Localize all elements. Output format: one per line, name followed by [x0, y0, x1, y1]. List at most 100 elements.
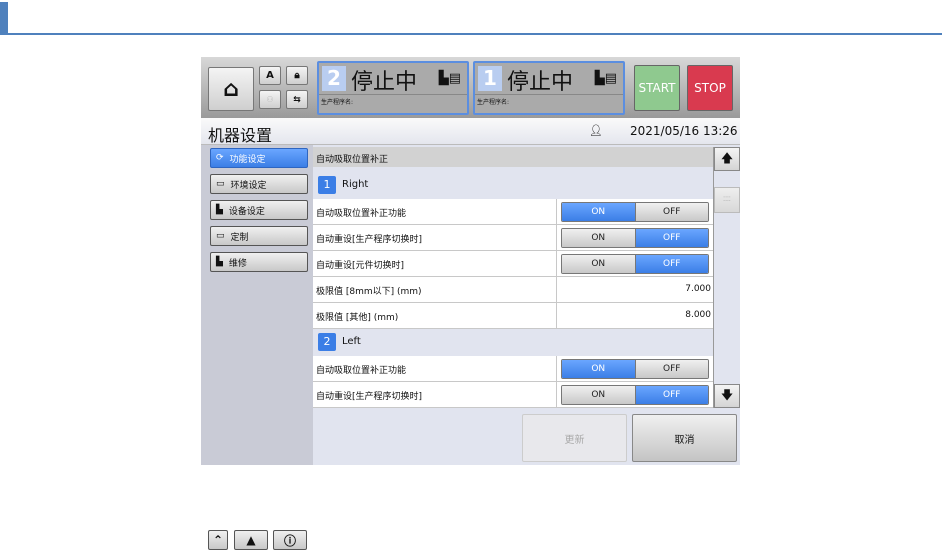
header-line — [0, 33, 942, 35]
on-option[interactable]: ON — [562, 229, 635, 247]
monitor-icon: ▭ — [216, 179, 225, 189]
title-bar: 机器设置 👤︎ 2021/05/16 13:26 — [201, 118, 740, 145]
page-title: 机器设置 — [208, 126, 273, 145]
stop-button[interactable]: STOP — [687, 65, 733, 111]
update-button[interactable]: 更新 — [522, 414, 627, 462]
start-button[interactable]: START — [634, 65, 680, 111]
row-value: 8.000 — [685, 310, 711, 320]
on-off-toggle[interactable]: ON OFF — [561, 228, 709, 248]
sidebar: ⟳ 功能设定 ▭ 环境设定 ▙ 设备设定 ▭ 定制 ▙ 维修 ⌃ ▲ ⓘ — [201, 145, 313, 550]
row-label: 极限值 [8mm以下] (mm) — [316, 287, 422, 297]
on-off-toggle[interactable]: ON OFF — [561, 202, 709, 222]
table-row: 自动重设[生产程序切换时] ON OFF — [313, 382, 713, 408]
off-option[interactable]: OFF — [634, 203, 708, 221]
home-button[interactable]: ⌂ — [208, 67, 254, 111]
sidebar-item-maintenance[interactable]: ▙ 维修 — [210, 252, 308, 272]
machine-panel: ⌂ A 🔒︎ ⚇ ⇆ 2 停止中 ▙▤ 生产程序名: 1 停止中 ▙▤ 生产程序… — [201, 57, 740, 550]
section-number: 1 — [318, 176, 336, 194]
transfer-button[interactable]: ⇆ — [286, 90, 308, 109]
scroll-thumb[interactable]: ⁚⁚⁚⁚ — [714, 187, 740, 213]
table-row: 极限值 [其他] (mm) 8.000 — [313, 303, 713, 329]
chevron-double-up-icon: ⌃ — [212, 533, 224, 547]
value-field[interactable]: 8.000 — [556, 303, 713, 329]
on-off-toggle[interactable]: ON OFF — [561, 385, 709, 405]
datetime: 2021/05/16 13:26 — [630, 124, 738, 138]
on-option[interactable]: ON — [562, 203, 635, 221]
program-label: 生产程序名: — [319, 94, 467, 108]
table-row: 自动吸取位置补正功能 ON OFF — [313, 356, 713, 382]
on-off-toggle[interactable]: ON OFF — [561, 359, 709, 379]
transfer-icon: ⇆ — [293, 94, 301, 105]
sidebar-item-device[interactable]: ▙ 设备设定 — [210, 200, 308, 220]
station-number: 1 — [478, 66, 502, 91]
home-icon: ⌂ — [223, 76, 239, 102]
arrow-up-icon: 🡅 — [720, 150, 734, 165]
on-option[interactable]: ON — [562, 360, 635, 378]
table-row: 自动重设[元件切换时] ON OFF — [313, 251, 713, 277]
user-icon: 👤︎ — [589, 124, 603, 137]
auto-mode-button[interactable]: A — [259, 66, 281, 85]
header-accent — [0, 2, 8, 35]
section-number: 2 — [318, 333, 336, 351]
cancel-button[interactable]: 取消 — [632, 414, 737, 462]
scroll-down-button[interactable]: 🡇 — [714, 384, 740, 408]
sidebar-item-label: 环境设定 — [230, 180, 267, 191]
on-option[interactable]: ON — [562, 386, 635, 404]
program-label: 生产程序名: — [475, 94, 623, 108]
row-label: 自动重设[生产程序切换时] — [316, 235, 423, 245]
row-label: 自动吸取位置补正功能 — [316, 366, 407, 376]
warning-icon: ▲ — [246, 533, 256, 547]
warning-button[interactable]: ▲ — [234, 530, 268, 550]
sidebar-item-label: 设备设定 — [228, 206, 265, 217]
sidebar-item-custom[interactable]: ▭ 定制 — [210, 226, 308, 246]
section-name: Right — [342, 179, 369, 190]
row-label: 极限值 [其他] (mm) — [316, 313, 399, 323]
group-header: 自动吸取位置补正 — [313, 147, 713, 167]
lock-button[interactable]: 🔒︎ — [286, 66, 308, 85]
off-option[interactable]: OFF — [634, 360, 708, 378]
device-icon: ▙ — [216, 205, 223, 215]
sidebar-item-environment[interactable]: ▭ 环境设定 — [210, 174, 308, 194]
custom-icon: ▭ — [216, 231, 225, 241]
station-1-status[interactable]: 1 停止中 ▙▤ 生产程序名: — [473, 61, 625, 115]
info-icon: ⓘ — [283, 533, 296, 548]
table-row: 自动重设[生产程序切换时] ON OFF — [313, 225, 713, 251]
operator-button[interactable]: ⚇ — [259, 90, 281, 109]
sidebar-item-label: 功能设定 — [229, 154, 266, 165]
off-option[interactable]: OFF — [634, 386, 708, 404]
on-off-toggle[interactable]: ON OFF — [561, 254, 709, 274]
on-option[interactable]: ON — [562, 255, 635, 273]
section-name: Left — [342, 336, 361, 347]
scroll-up-button[interactable]: 🡅 — [714, 147, 740, 171]
scrollbar[interactable]: 🡅 ⁚⁚⁚⁚ 🡇 — [713, 147, 740, 408]
table-row: 自动吸取位置补正功能 ON OFF — [313, 199, 713, 225]
off-option[interactable]: OFF — [634, 229, 708, 247]
maintenance-icon: ▙ — [216, 257, 223, 267]
function-icon: ⟳ — [216, 153, 224, 163]
section-header: 1 Right — [313, 172, 713, 198]
operators-icon: ⚇ — [266, 95, 274, 104]
arrow-down-icon: 🡇 — [720, 387, 734, 402]
row-value: 7.000 — [685, 284, 711, 294]
station-status: 停止中 — [507, 70, 574, 95]
info-button[interactable]: ⓘ — [273, 530, 307, 550]
section-header: 2 Left — [313, 329, 713, 355]
program-icon: ▙▤ — [594, 71, 617, 86]
settings-list: 自动吸取位置补正 1 Right 自动吸取位置补正功能 ON OFF 自动重设[生产程… — [313, 145, 713, 408]
collapse-button[interactable]: ⌃ — [208, 530, 228, 550]
row-label: 自动重设[元件切换时] — [316, 261, 405, 271]
station-status: 停止中 — [351, 70, 418, 95]
auto-icon: A — [266, 70, 274, 81]
off-option[interactable]: OFF — [634, 255, 708, 273]
lock-icon: 🔒︎ — [294, 70, 300, 81]
sidebar-item-label: 维修 — [228, 258, 247, 269]
sidebar-item-label: 定制 — [230, 232, 249, 243]
station-2-status[interactable]: 2 停止中 ▙▤ 生产程序名: — [317, 61, 469, 115]
row-label: 自动吸取位置补正功能 — [316, 209, 407, 219]
program-icon: ▙▤ — [438, 71, 461, 86]
sidebar-item-function[interactable]: ⟳ 功能设定 — [210, 148, 308, 168]
row-label: 自动重设[生产程序切换时] — [316, 392, 423, 402]
station-number: 2 — [322, 66, 346, 91]
value-field[interactable]: 7.000 — [556, 277, 713, 303]
control-header: ⌂ A 🔒︎ ⚇ ⇆ 2 停止中 ▙▤ 生产程序名: 1 停止中 ▙▤ 生产程序… — [201, 57, 740, 118]
